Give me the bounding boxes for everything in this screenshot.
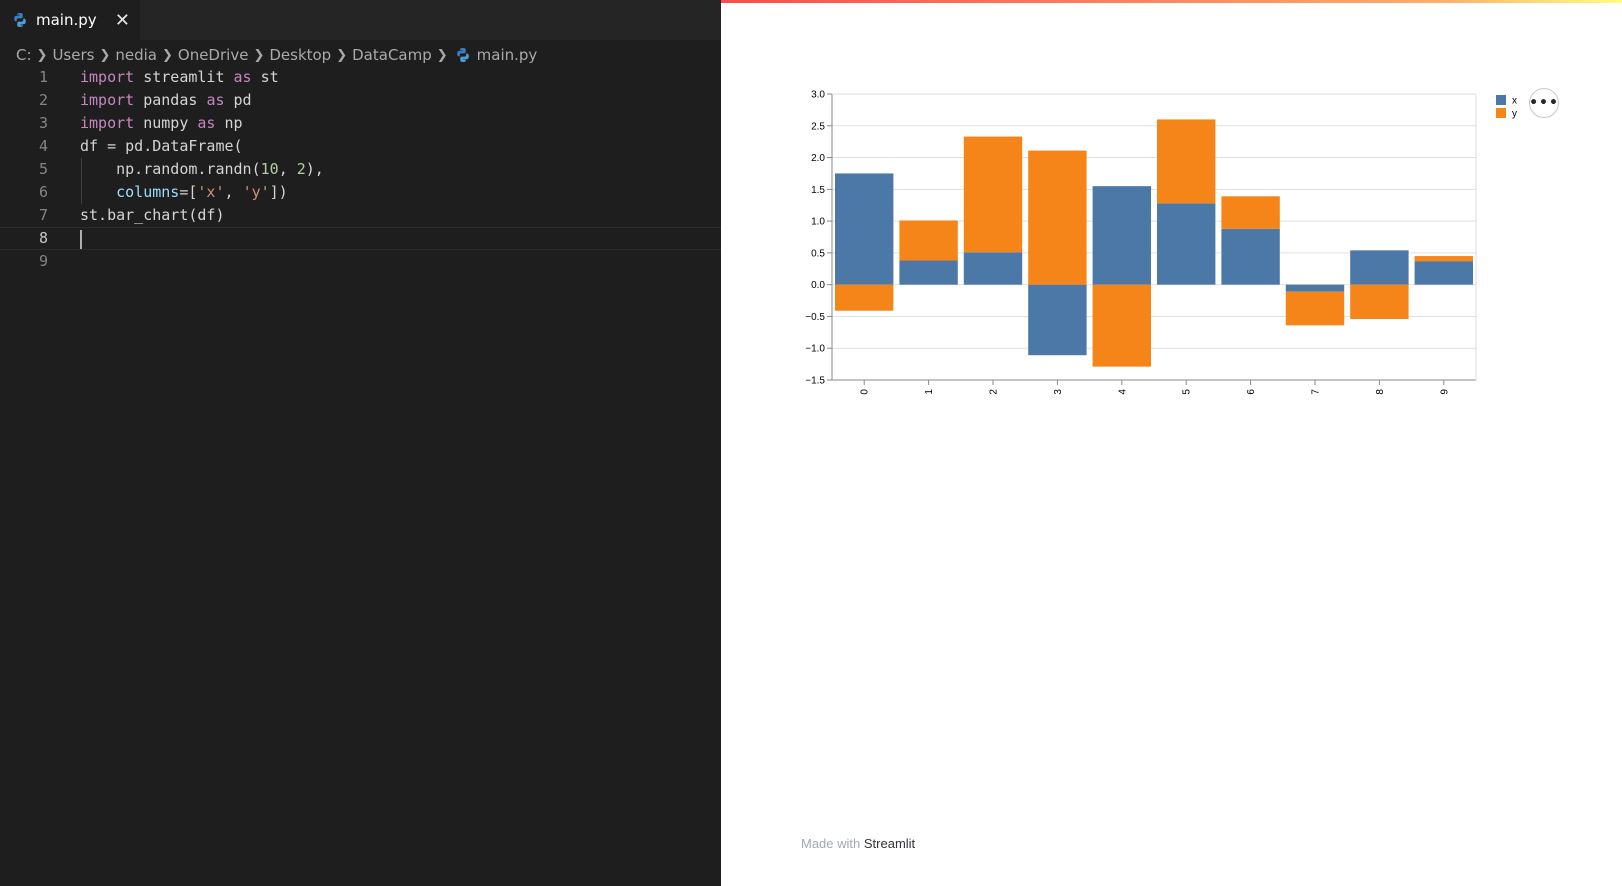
- x-tick-label: 3: [1053, 389, 1064, 395]
- code-line[interactable]: 5 np.random.randn(10, 2),: [0, 158, 721, 181]
- bar-x-4: [1092, 186, 1151, 285]
- chevron-right-icon: ❯: [36, 47, 48, 63]
- code-text: import numpy as np: [80, 114, 243, 132]
- tab-label: main.py: [36, 11, 97, 29]
- breadcrumb-item[interactable]: main.py: [477, 46, 538, 64]
- y-tick-label: 2.5: [811, 121, 825, 132]
- x-tick-label: 0: [860, 389, 871, 395]
- x-tick-label: 2: [989, 389, 1000, 395]
- y-tick-label: 0.5: [811, 248, 825, 259]
- python-file-icon: [14, 13, 26, 27]
- x-tick-label: 9: [1439, 389, 1450, 395]
- code-text: st.bar_chart(df): [80, 206, 225, 224]
- bar-y-6: [1221, 196, 1280, 229]
- bar-chart[interactable]: 3.0 2.5 2.0 1.5 1.0 0.5 0.0 −0.5 −1.0 −1.5 0 1 2 3 4 5 6…: [721, 0, 1622, 420]
- code-line[interactable]: 7 st.bar_chart(df): [0, 204, 721, 227]
- bar-y-8: [1350, 284, 1409, 319]
- text-cursor: [80, 230, 82, 249]
- bar-y-1: [899, 220, 958, 261]
- close-icon[interactable]: ✕: [115, 10, 130, 31]
- line-number: 4: [38, 137, 48, 155]
- bar-y-7: [1285, 291, 1345, 326]
- line-number: 3: [38, 114, 48, 132]
- bar-x-2: [963, 252, 1023, 285]
- y-tick-label: −1.5: [805, 376, 825, 387]
- chevron-right-icon: ❯: [253, 47, 265, 63]
- y-tick-label: 2.0: [811, 153, 825, 164]
- code-line[interactable]: 1 import streamlit as st: [0, 66, 721, 89]
- code-text: np.random.randn(10, 2),: [80, 160, 324, 178]
- line-number: 1: [38, 68, 48, 86]
- breadcrumb-item[interactable]: Users: [52, 46, 94, 64]
- bar-x-1: [899, 260, 958, 285]
- breadcrumb-item[interactable]: OneDrive: [178, 46, 249, 64]
- code-line[interactable]: 6 columns=['x', 'y']): [0, 181, 721, 204]
- bar-x-0: [835, 173, 894, 285]
- code-text: df = pd.DataFrame(: [80, 137, 243, 155]
- bar-x-7: [1285, 284, 1345, 292]
- line-number: 5: [38, 160, 48, 178]
- breadcrumb-item[interactable]: Desktop: [269, 46, 331, 64]
- code-line[interactable]: 3 import numpy as np: [0, 112, 721, 135]
- y-tick-label: 1.5: [811, 185, 825, 196]
- code-line[interactable]: 9: [0, 250, 721, 273]
- legend-label: y: [1512, 109, 1517, 120]
- x-tick-label: 7: [1311, 389, 1322, 395]
- streamlit-app: 3.0 2.5 2.0 1.5 1.0 0.5 0.0 −0.5 −1.0 −1.5 0 1 2 3 4 5 6…: [721, 0, 1622, 886]
- code-text: import pandas as pd: [80, 91, 252, 109]
- more-icon: •••: [1529, 95, 1559, 111]
- code-line[interactable]: 8: [0, 227, 721, 250]
- python-file-icon: [456, 48, 469, 62]
- y-tick-label: 1.0: [811, 217, 825, 228]
- chevron-right-icon: ❯: [336, 47, 348, 63]
- x-tick-label: 4: [1117, 389, 1128, 395]
- code-text: columns=['x', 'y']): [116, 183, 288, 201]
- bar-y-5: [1157, 119, 1216, 204]
- breadcrumb-item[interactable]: C:: [16, 46, 32, 64]
- y-tick-label: 0.0: [811, 280, 825, 291]
- bar-x-3: [1028, 284, 1087, 356]
- bar-y-4: [1092, 284, 1151, 367]
- chevron-right-icon: ❯: [99, 47, 111, 63]
- bar-y-3: [1028, 150, 1087, 285]
- code-line[interactable]: 4 df = pd.DataFrame(: [0, 135, 721, 158]
- y-tick-label: −1.0: [805, 344, 825, 355]
- footer-prefix: Made with: [801, 836, 864, 851]
- bar-x-9: [1414, 261, 1473, 285]
- line-number: 7: [38, 206, 48, 224]
- legend-swatch-x: [1496, 95, 1506, 105]
- line-number: 8: [38, 229, 48, 247]
- line-number: 9: [38, 252, 48, 270]
- bar-y-9: [1414, 256, 1473, 262]
- breadcrumb-item[interactable]: nedia: [115, 46, 157, 64]
- editor-tab-bar: main.py ✕: [0, 0, 721, 40]
- bar-x-8: [1350, 250, 1409, 285]
- x-tick-label: 8: [1375, 389, 1386, 395]
- breadcrumb-item[interactable]: DataCamp: [352, 46, 432, 64]
- legend-swatch-y: [1496, 108, 1506, 118]
- x-tick-label: 6: [1246, 389, 1257, 395]
- legend-label: x: [1512, 96, 1517, 107]
- tab-main-py[interactable]: main.py ✕: [0, 0, 140, 40]
- chevron-right-icon: ❯: [161, 47, 173, 63]
- chart-menu-button[interactable]: •••: [1529, 88, 1559, 118]
- y-tick-label: 3.0: [811, 90, 825, 101]
- y-tick-label: −0.5: [805, 312, 825, 323]
- line-number: 2: [38, 91, 48, 109]
- code-area[interactable]: 1 import streamlit as st 2 import pandas as…: [0, 66, 721, 273]
- code-text: import streamlit as st: [80, 68, 279, 86]
- x-tick-label: 1: [924, 389, 935, 395]
- footer-brand-link[interactable]: Streamlit: [864, 836, 915, 851]
- code-line[interactable]: 2 import pandas as pd: [0, 89, 721, 112]
- bar-y-0: [835, 284, 894, 311]
- bar-y-2: [963, 136, 1023, 253]
- bar-x-6: [1221, 228, 1280, 285]
- x-tick-label: 5: [1182, 389, 1193, 395]
- line-number: 6: [38, 183, 48, 201]
- code-editor[interactable]: main.py ✕ C: ❯ Users ❯ nedia ❯ OneDrive …: [0, 0, 721, 886]
- chevron-right-icon: ❯: [436, 47, 448, 63]
- breadcrumb: C: ❯ Users ❯ nedia ❯ OneDrive ❯ Desktop …: [16, 44, 537, 66]
- bar-x-5: [1157, 203, 1216, 285]
- footer: Made with Streamlit: [801, 836, 915, 851]
